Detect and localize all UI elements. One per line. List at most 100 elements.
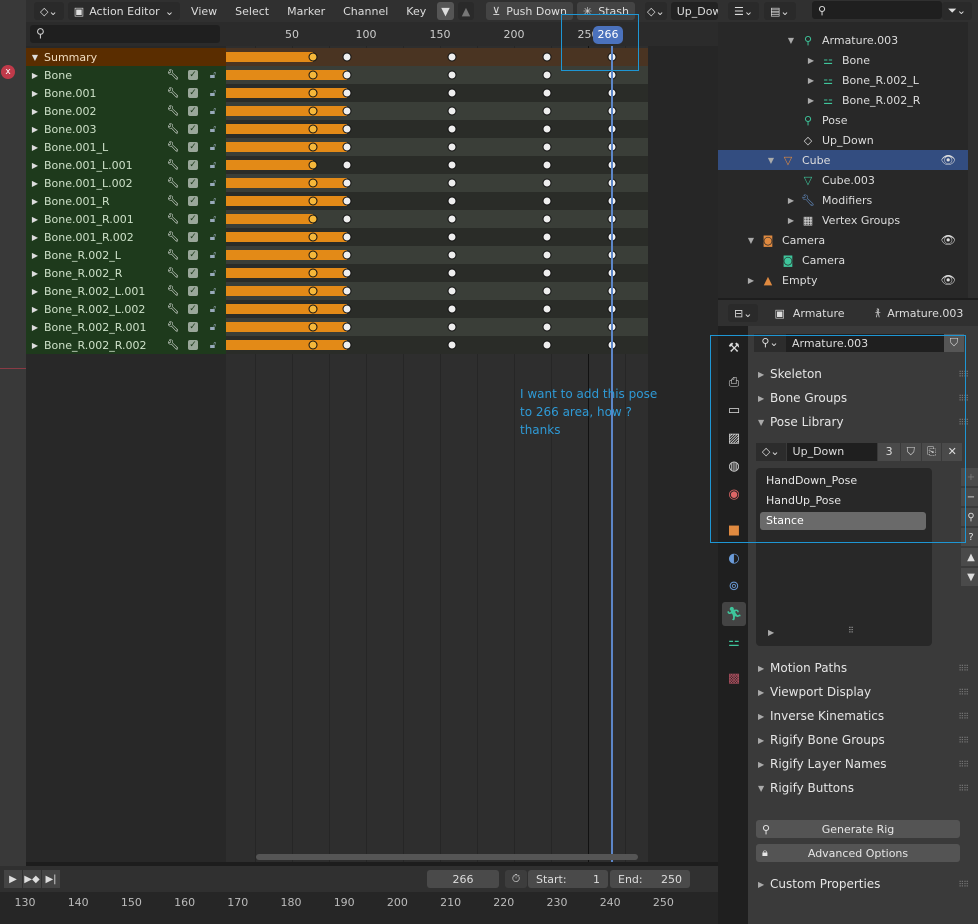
outliner-item[interactable]: ▶ ⚍ Bone <box>718 50 968 70</box>
keyframe[interactable] <box>308 232 318 242</box>
menu-view[interactable]: View <box>184 5 224 18</box>
mute-checkbox[interactable]: ✓ <box>188 214 198 224</box>
panel-header[interactable]: ▶ Motion Paths ⠿⠿ <box>748 656 976 680</box>
keyframe[interactable] <box>447 106 457 116</box>
keyframe[interactable] <box>308 124 318 134</box>
outliner-item[interactable]: ▼ ◙ Camera 👁︎ <box>718 230 968 250</box>
bone-channel[interactable]: ▶ Bone.001_L.001 🔧︎ ✓ 🔓︎ <box>26 156 226 174</box>
keyframe[interactable] <box>308 106 318 116</box>
keyframe[interactable] <box>447 142 457 152</box>
keyframe[interactable] <box>308 52 318 62</box>
constraints-tab-icon[interactable]: ⊚ <box>722 574 746 598</box>
keyframe[interactable] <box>308 214 318 224</box>
expand-arrow-icon[interactable]: ▶ <box>26 287 44 296</box>
keyframe[interactable] <box>342 322 352 332</box>
unlock-icon[interactable]: 🔓︎ <box>206 159 220 171</box>
modifier-wrench-icon[interactable]: 🔧︎ <box>166 195 180 207</box>
jump-end-button[interactable]: ▶| <box>42 870 60 888</box>
bone-tab-icon[interactable]: ⚍ <box>722 630 746 654</box>
keyframe[interactable] <box>308 70 318 80</box>
outliner-item[interactable]: ▶ 🔧︎ Modifiers <box>718 190 968 210</box>
keyframe[interactable] <box>447 250 457 260</box>
keyframe[interactable] <box>542 88 552 98</box>
keyframe[interactable] <box>342 196 352 206</box>
filter-dropdown[interactable]: ⏷⌄ <box>942 2 973 20</box>
layer-down-button[interactable]: ▼ <box>437 2 454 20</box>
keyframe[interactable] <box>447 232 457 242</box>
keyframe[interactable] <box>308 340 318 350</box>
modifier-wrench-icon[interactable]: 🔧︎ <box>166 213 180 225</box>
keyframe[interactable] <box>308 268 318 278</box>
frame-ruler[interactable]: 50 100 150 200 250 <box>226 22 718 46</box>
unlock-icon[interactable]: 🔓︎ <box>206 123 220 135</box>
modifier-wrench-icon[interactable]: 🔧︎ <box>166 303 180 315</box>
keyframe[interactable] <box>342 304 352 314</box>
bone-channel[interactable]: ▶ Bone_R.002_L.001 🔧︎ ✓ 🔓︎ <box>26 282 226 300</box>
timeline-ruler[interactable]: 130 140 150 160 170 180 190 200 210 220 230 240 250 <box>0 892 718 924</box>
keyframe[interactable] <box>308 160 318 170</box>
drag-grip-icon[interactable]: ⠿⠿ <box>958 784 969 793</box>
bone-channel[interactable]: ▶ Bone_R.002_R.001 🔧︎ ✓ 🔓︎ <box>26 318 226 336</box>
outliner-search-input[interactable]: ⚲ <box>812 1 942 19</box>
end-frame-field[interactable]: End: 250 <box>610 870 690 888</box>
keyframe[interactable] <box>542 214 552 224</box>
unlock-icon[interactable]: 🔓︎ <box>206 177 220 189</box>
expand-arrow-icon[interactable]: ▶ <box>26 179 44 188</box>
keyframe[interactable] <box>542 70 552 80</box>
unlock-icon[interactable]: 🔓︎ <box>206 231 220 243</box>
expand-arrow-icon[interactable]: ▶ <box>26 71 44 80</box>
keyframe[interactable] <box>342 52 352 62</box>
panel-header[interactable]: ▶ Rigify Bone Groups ⠿⠿ <box>748 728 976 752</box>
playhead-line[interactable] <box>610 46 613 862</box>
dopesheet-mode-icon[interactable]: ◇⌄ <box>34 2 64 20</box>
mute-checkbox[interactable]: ✓ <box>188 304 198 314</box>
modifier-wrench-icon[interactable]: 🔧︎ <box>166 87 180 99</box>
menu-marker[interactable]: Marker <box>280 5 332 18</box>
outliner-item[interactable]: ▼ ⚲ Armature.003 <box>718 30 968 50</box>
keyframe[interactable] <box>542 232 552 242</box>
mute-checkbox[interactable]: ✓ <box>188 196 198 206</box>
bone-channel[interactable]: ▶ Bone.001 🔧︎ ✓ 🔓︎ <box>26 84 226 102</box>
expand-arrow-icon[interactable]: ▶ <box>26 305 44 314</box>
keyframe[interactable] <box>542 106 552 116</box>
summary-channel[interactable]: ▼ Summary <box>26 48 226 66</box>
jump-keyframe-button[interactable]: ▶◆ <box>23 870 41 888</box>
modifier-wrench-icon[interactable]: 🔧︎ <box>166 105 180 117</box>
outliner-item[interactable]: ▶ ▦ Vertex Groups <box>718 210 968 230</box>
unlock-icon[interactable]: 🔓︎ <box>206 87 220 99</box>
bone-channel[interactable]: ▶ Bone_R.002_R 🔧︎ ✓ 🔓︎ <box>26 264 226 282</box>
expand-arrow-icon[interactable]: ▶ <box>718 276 758 285</box>
bone-channel[interactable]: ▶ Bone.001_L.002 🔧︎ ✓ 🔓︎ <box>26 174 226 192</box>
modifier-wrench-icon[interactable]: 🔧︎ <box>166 159 180 171</box>
unlock-icon[interactable]: 🔓︎ <box>206 213 220 225</box>
keyframe[interactable] <box>542 142 552 152</box>
advanced-options-button[interactable]: 🔒︎ Advanced Options <box>756 844 960 862</box>
drag-grip-icon[interactable]: ⠿⠿ <box>958 736 969 745</box>
keyframe[interactable] <box>542 322 552 332</box>
display-mode-dropdown[interactable]: ☰⌄ <box>728 2 760 20</box>
drag-grip-icon[interactable]: ⠿⠿ <box>958 880 969 889</box>
keyframe[interactable] <box>342 106 352 116</box>
keyframe[interactable] <box>542 196 552 206</box>
modifier-wrench-icon[interactable]: 🔧︎ <box>166 321 180 333</box>
start-frame-field[interactable]: Start: 1 <box>528 870 608 888</box>
mute-checkbox[interactable]: ✓ <box>188 70 198 80</box>
menu-channel[interactable]: Channel <box>336 5 395 18</box>
mute-checkbox[interactable]: ✓ <box>188 286 198 296</box>
drag-grip-icon[interactable]: ⠿⠿ <box>958 760 969 769</box>
unlock-icon[interactable]: 🔓︎ <box>206 321 220 333</box>
outliner-item[interactable]: ▶ ⚍ Bone_R.002_L <box>718 70 968 90</box>
bone-channel[interactable]: ▶ Bone.001_R.001 🔧︎ ✓ 🔓︎ <box>26 210 226 228</box>
action-name-field[interactable]: Up_Down <box>670 2 718 20</box>
keyframe[interactable] <box>342 286 352 296</box>
panel-custom-properties[interactable]: ▶ Custom Properties ⠿⠿ <box>748 872 976 896</box>
action-browse-icon[interactable]: ◇⌄ <box>645 2 667 20</box>
expand-arrow-icon[interactable]: ▶ <box>26 341 44 350</box>
unlock-icon[interactable]: 🔓︎ <box>206 285 220 297</box>
expand-arrow-icon[interactable]: ▶ <box>26 89 44 98</box>
panel-header[interactable]: ▼ Rigify Buttons ⠿⠿ <box>748 776 976 800</box>
keyframe[interactable] <box>447 322 457 332</box>
mute-checkbox[interactable]: ✓ <box>188 322 198 332</box>
texture-tab-icon[interactable]: ▩ <box>722 666 746 690</box>
keyframe[interactable] <box>447 70 457 80</box>
